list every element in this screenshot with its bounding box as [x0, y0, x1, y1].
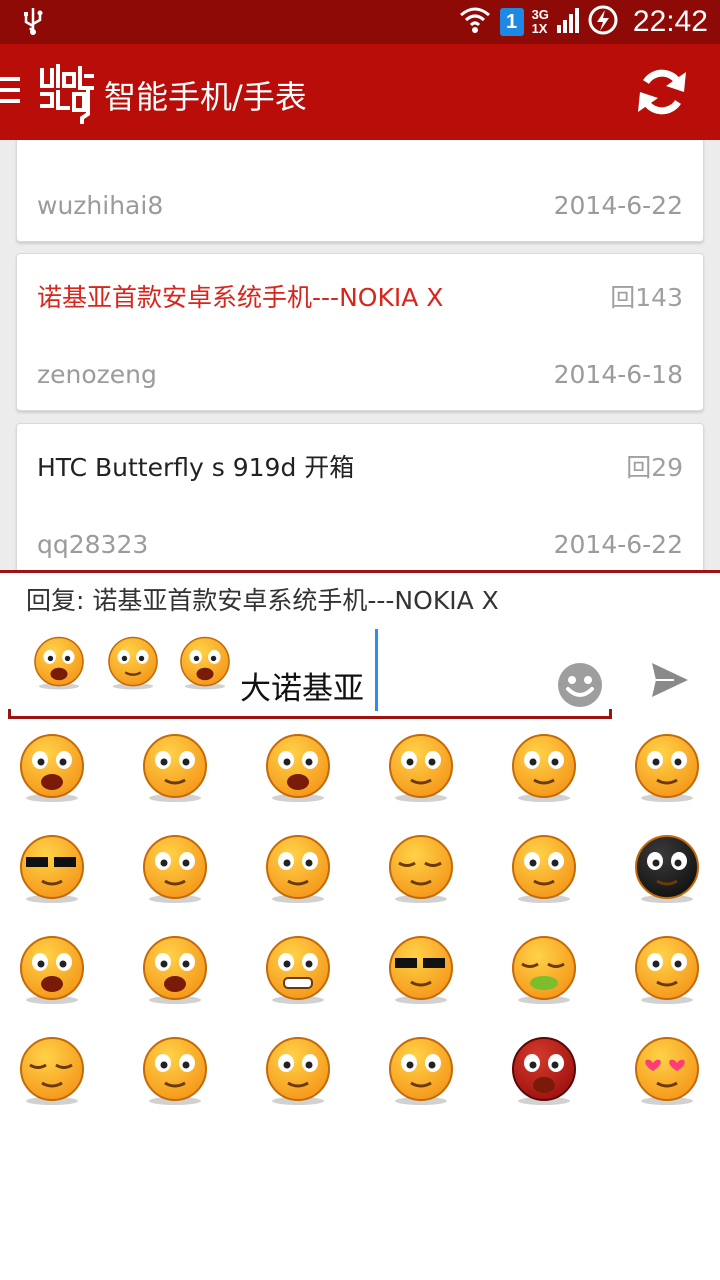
frustrated-face-emoji[interactable] [135, 825, 215, 905]
battery-charging-icon [587, 4, 619, 40]
reply-input[interactable]: 大诺基亚 [8, 617, 612, 719]
shocked-face-emoji [174, 629, 236, 695]
network-type: 3G 1X [532, 8, 549, 36]
thread-author: zenozeng [37, 360, 157, 389]
dizzy-face-emoji[interactable] [627, 926, 707, 1006]
red-devil-emoji[interactable] [504, 1027, 584, 1107]
wifi-icon [458, 5, 492, 39]
nervous-face-emoji [102, 629, 164, 695]
sick-green-emoji[interactable] [504, 926, 584, 1006]
reply-text: 大诺基亚 [240, 671, 364, 707]
sleepy-face-emoji[interactable] [381, 825, 461, 905]
loud-crying-emoji[interactable] [12, 926, 92, 1006]
thread-card[interactable]: HTC Butterfly s 919d 开箱 回29 qq28323 2014… [16, 423, 704, 570]
text-cursor [375, 629, 378, 711]
app-bar: 智能手机/手表 [0, 44, 720, 140]
status-bar: 1 3G 1X 22:42 [0, 0, 720, 44]
shy-thinking-emoji[interactable] [504, 825, 584, 905]
thread-author: qq28323 [37, 530, 149, 559]
sim-icon: 1 [499, 8, 524, 36]
usb-icon [22, 6, 44, 40]
emoji-panel [0, 720, 720, 1280]
thread-card[interactable]: wuzhihai8 2014-6-22 [16, 140, 704, 242]
crying-face-emoji[interactable] [12, 724, 92, 804]
network-bottom-label: 1X [531, 21, 548, 36]
crying-face-emoji [28, 629, 90, 695]
thread-card[interactable]: 诺基亚首款安卓系统手机---NOKIA X 回143 zenozeng 2014… [16, 253, 704, 411]
smug-blush-emoji[interactable] [504, 724, 584, 804]
fan-hide-emoji[interactable] [258, 825, 338, 905]
hamburger-icon[interactable] [0, 77, 22, 103]
teary-eyes-emoji[interactable] [627, 724, 707, 804]
black-bomb-emoji[interactable] [627, 825, 707, 905]
emoji-toggle-icon[interactable] [556, 661, 604, 713]
send-icon[interactable] [650, 661, 690, 703]
angry-brows-emoji[interactable] [135, 1027, 215, 1107]
clock: 22:42 [632, 5, 708, 38]
reply-composer: 回复: 诺基亚首款安卓系统手机---NOKIA X 大诺基亚 [0, 570, 720, 720]
wincing-face-emoji[interactable] [258, 1027, 338, 1107]
thread-date: 2014-6-22 [553, 191, 683, 220]
refresh-icon[interactable] [636, 66, 688, 122]
pouty-face-emoji[interactable] [381, 1027, 461, 1107]
thread-title: HTC Butterfly s 919d 开箱 [37, 453, 355, 482]
reply-to-label: 回复: 诺基亚首款安卓系统手机---NOKIA X [26, 586, 499, 615]
sunglasses-sweat-emoji[interactable] [381, 926, 461, 1006]
signal-icon [556, 7, 579, 37]
network-top-label: 3G [531, 7, 549, 22]
thread-author: wuzhihai8 [37, 191, 164, 220]
thread-reply-count: 回29 [626, 453, 683, 482]
forum-logo[interactable] [38, 62, 96, 128]
nervous-face-emoji[interactable] [135, 724, 215, 804]
wink-tongue-emoji[interactable] [381, 724, 461, 804]
thread-date: 2014-6-18 [553, 360, 683, 389]
afro-sunglasses-emoji[interactable] [12, 825, 92, 905]
grinning-teeth-emoji[interactable] [258, 926, 338, 1006]
page-title: 智能手机/手表 [104, 78, 307, 116]
heart-eyes-emoji[interactable] [627, 1027, 707, 1107]
thread-reply-count: 回143 [610, 283, 683, 312]
thread-title: 诺基亚首款安卓系统手机---NOKIA X [37, 283, 444, 312]
tired-eyes-emoji[interactable] [12, 1027, 92, 1107]
thread-list[interactable]: wuzhihai8 2014-6-22 诺基亚首款安卓系统手机---NOKIA … [0, 140, 720, 570]
laughing-face-emoji[interactable] [135, 926, 215, 1006]
shocked-face-emoji[interactable] [258, 724, 338, 804]
thread-date: 2014-6-22 [553, 530, 683, 559]
